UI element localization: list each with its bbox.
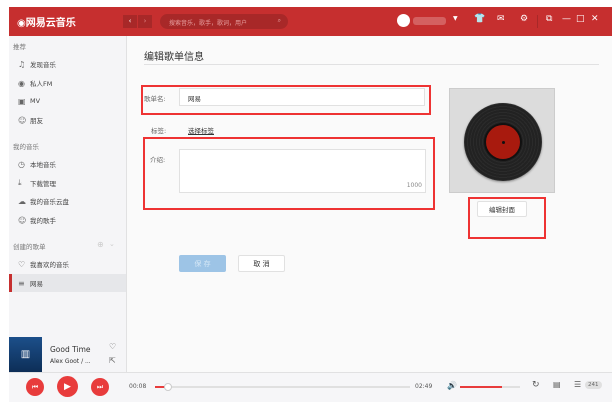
heart-icon: ♡ [18,259,26,269]
sidebar-item-label: 下载管理 [30,180,56,188]
sidebar-item-label: 我的音乐云盘 [30,198,69,206]
search-input[interactable]: 搜索音乐，歌手，歌词，用户 ⌕ [160,14,288,29]
section-recommend: 推荐 [13,43,26,51]
music-note-icon: ♫ [18,59,26,69]
close-icon[interactable]: ✕ [591,14,599,24]
sidebar-item-fm[interactable]: ◉ 私人FM [9,74,126,92]
divider [144,64,599,65]
sidebar-item-label: 网易 [30,280,43,288]
now-playing-card[interactable]: ▥ Good Time Alex Goot / ... ♡ ⇱ [9,337,127,372]
download-icon: ⤓ [18,178,22,187]
singer-icon: ☺ [18,215,27,225]
skin-icon[interactable]: 👕 [474,14,485,24]
progress-handle[interactable] [163,383,172,391]
sidebar-item-label: 朋友 [30,117,43,125]
sidebar-item-label: 发现音乐 [30,61,56,69]
album-art[interactable]: ▥ [9,337,42,372]
sidebar-item-liked[interactable]: ♡ 我喜欢的音乐 [9,255,126,273]
name-label: 歌单名: [144,95,166,103]
video-icon: ▣ [18,96,26,106]
playlist-name-input[interactable]: 网易 [179,88,425,106]
friends-icon: ☺ [18,115,27,125]
section-created: 创建的歌单 [13,243,46,251]
volume-fill [460,386,502,388]
radio-icon: ◉ [18,78,25,88]
mail-icon[interactable]: ✉ [497,14,505,24]
current-time: 00:08 [129,383,147,390]
edit-playlist-panel: 编辑歌单信息 歌单名: 网易 标签: 选择标签 介绍: 1000 编辑封面 保 … [127,36,612,372]
sidebar-item-label: 我喜欢的音乐 [30,261,69,269]
vinyl-record-icon [464,103,542,181]
sidebar-item-singers[interactable]: ☺ 我的歌手 [9,211,126,229]
playlist-count-badge[interactable]: 241 [585,381,602,389]
play-button[interactable]: ▶ [57,376,78,397]
forward-button[interactable]: › [138,15,152,28]
playlist-icon[interactable]: ☰ [574,380,581,389]
sidebar-item-label: 本地音乐 [30,161,56,169]
mini-mode-icon[interactable]: ⧉ [546,14,552,24]
search-icon[interactable]: ⌕ [278,17,281,25]
edit-cover-button[interactable]: 编辑封面 [477,201,527,217]
intro-textarea[interactable]: 1000 [179,149,426,193]
intro-label: 介绍: [150,156,166,164]
title-bar: ◉网易云音乐 ‹ › 搜索音乐，歌手，歌词，用户 ⌕ ▼ 👕 ✉ ⚙ ⧉ — □ … [9,7,612,36]
sidebar-item-local[interactable]: ◷ 本地音乐 [9,155,126,173]
page-title: 编辑歌单信息 [144,52,204,63]
next-button[interactable]: ⏭ [91,378,109,396]
playlist-icon: ≡ [18,278,25,288]
sidebar-item-wangyi[interactable]: ≡ 网易 [9,274,126,292]
song-title[interactable]: Good Time [50,345,91,354]
back-button[interactable]: ‹ [123,15,137,28]
section-my-music: 我的音乐 [13,143,39,151]
sidebar-item-friends[interactable]: ☺ 朋友 [9,111,126,129]
char-count: 1000 [406,182,422,189]
previous-button[interactable]: ⏮ [26,378,44,396]
avatar[interactable] [397,14,410,27]
logo-icon: ◉ [17,18,26,29]
loop-icon[interactable]: ↻ [532,380,540,390]
search-placeholder: 搜索音乐，歌手，歌词，用户 [169,20,248,27]
tag-label: 标签: [151,127,167,135]
heart-icon[interactable]: ♡ [109,342,116,351]
maximize-icon[interactable]: □ [576,14,585,24]
cloud-icon: ☁ [18,196,26,206]
sidebar-item-cloud[interactable]: ☁ 我的音乐云盘 [9,192,126,210]
gear-icon[interactable]: ⚙ [520,14,528,24]
sidebar: 推荐 ♫ 发现音乐 ◉ 私人FM ▣ MV ☺ 朋友 我的音乐 ◷ 本地音乐 ⤓ 下载管理 … [9,36,127,337]
save-button[interactable]: 保 存 [179,255,226,272]
sidebar-item-mv[interactable]: ▣ MV [9,92,126,110]
caret-down-icon[interactable]: ▼ [453,15,458,22]
cover-image [449,88,555,193]
sidebar-item-label: 我的歌手 [30,217,56,225]
select-tags-link[interactable]: 选择标签 [188,125,214,135]
logo-text: 网易云音乐 [25,18,76,29]
minimize-icon[interactable]: — [562,14,571,24]
sidebar-item-discover[interactable]: ♫ 发现音乐 [9,55,126,73]
sidebar-item-label: 私人FM [30,80,53,88]
divider [537,15,538,28]
sidebar-item-label: MV [30,97,41,105]
volume-slider[interactable] [460,386,520,388]
cancel-button[interactable]: 取 消 [238,255,285,272]
add-playlist-icon[interactable]: ⊕ [97,240,104,249]
username-blurred[interactable] [413,17,446,25]
volume-icon[interactable]: 🔊 [447,381,457,390]
app-logo[interactable]: ◉网易云音乐 [17,14,76,29]
song-artist[interactable]: Alex Goot / ... [50,358,91,365]
chevron-down-icon[interactable]: ⌄ [109,240,115,248]
progress-bar[interactable] [155,383,410,391]
player-bar: ⏮ ▶ ⏭ 00:08 02:49 🔊 ↻ ▤ ☰ 241 [9,372,612,402]
clock-icon: ◷ [18,159,25,169]
total-time: 02:49 [415,383,433,390]
share-icon[interactable]: ⇱ [109,356,116,365]
playlist-name-value: 网易 [188,95,201,103]
sidebar-item-download[interactable]: ⤓ 下载管理 [9,174,126,192]
lyrics-icon[interactable]: ▤ [553,380,561,389]
